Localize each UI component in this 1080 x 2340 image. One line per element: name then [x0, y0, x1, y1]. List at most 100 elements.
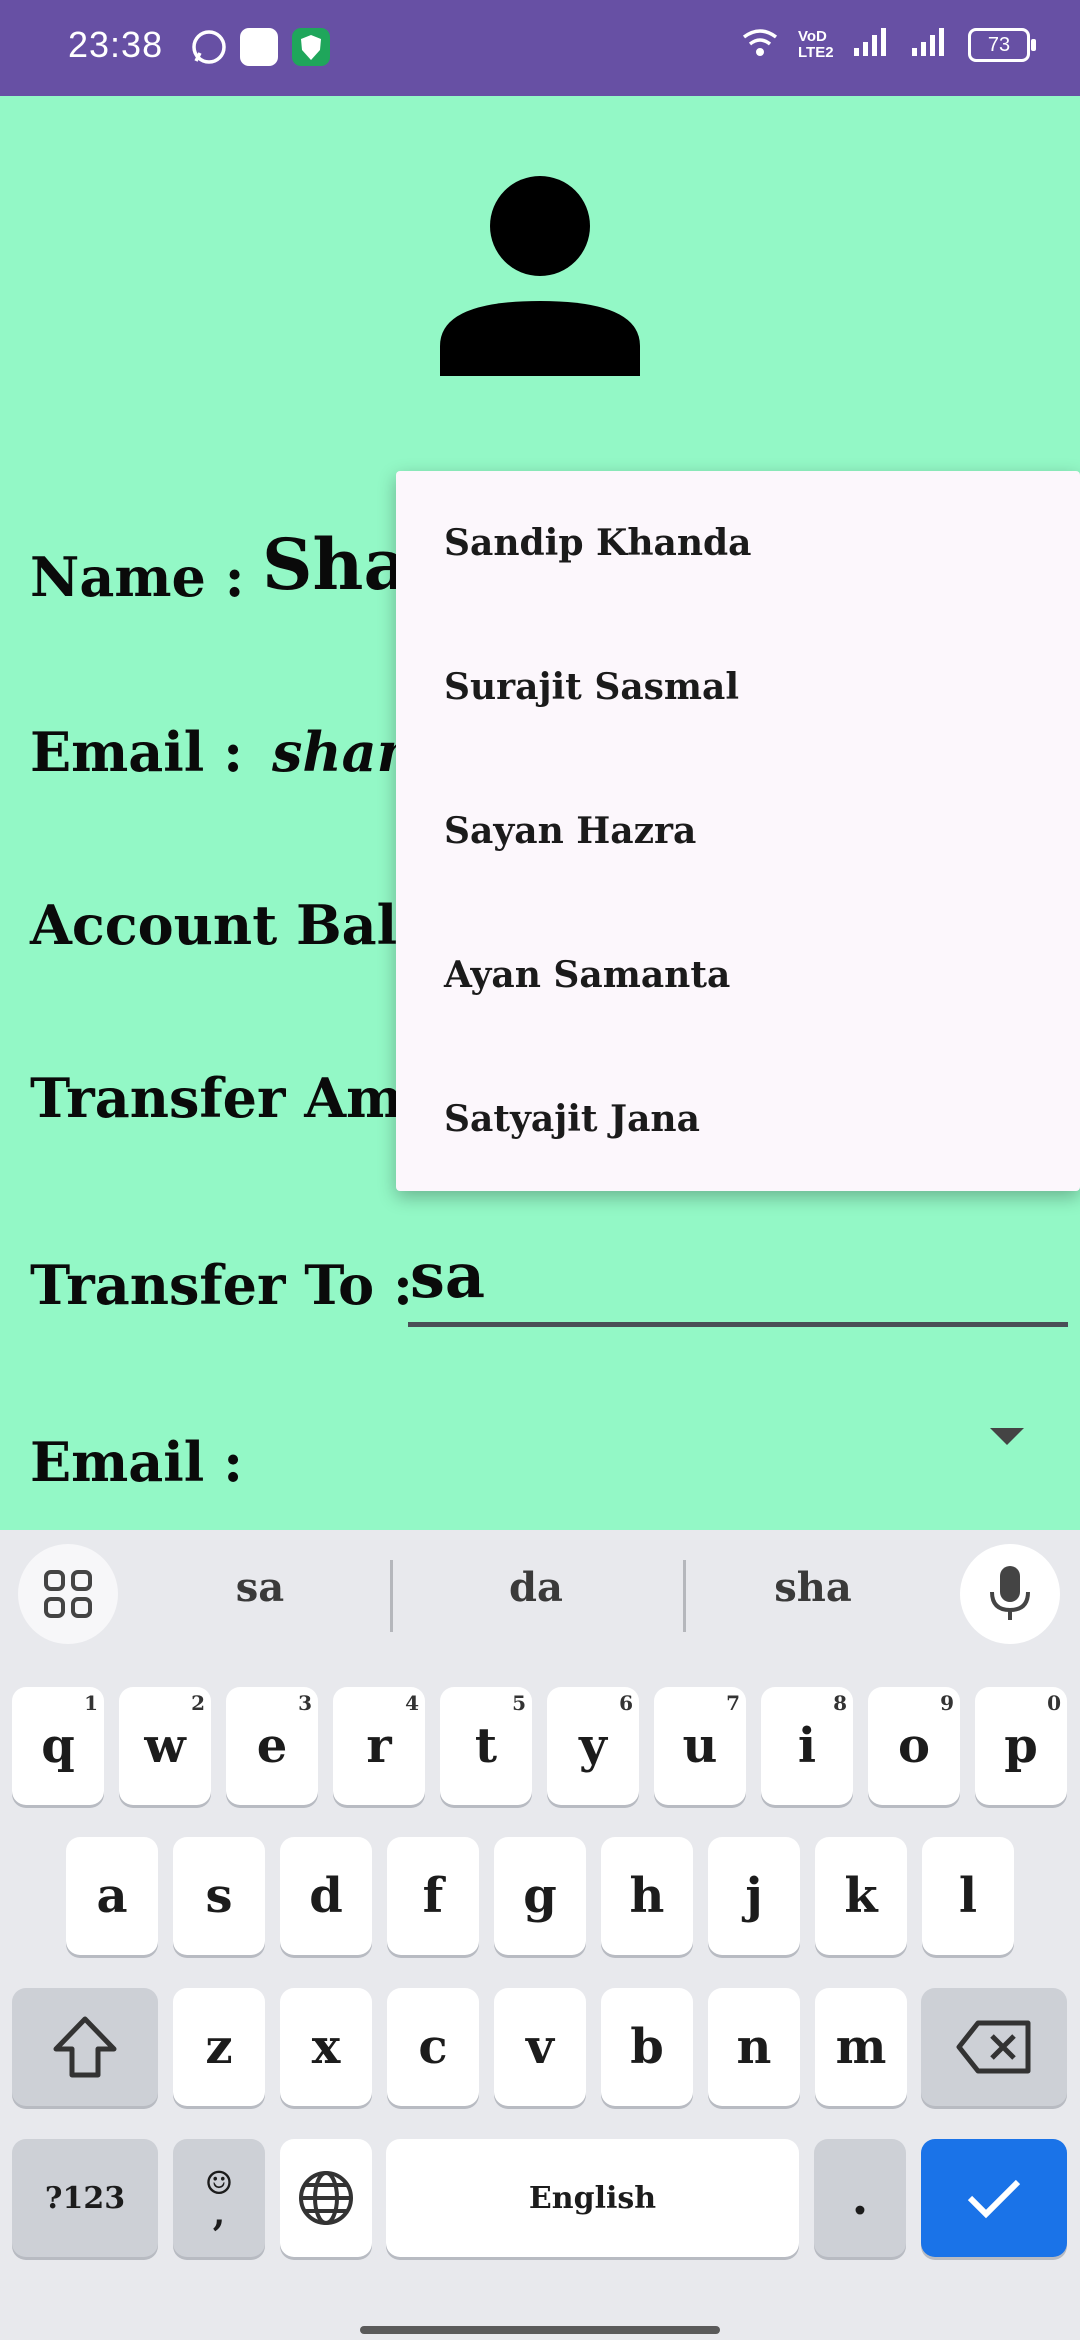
dropdown-arrow-icon[interactable] [990, 1428, 1024, 1445]
key-a[interactable]: a [66, 1837, 158, 1955]
key-hint: 3 [298, 1691, 312, 1715]
space-key-label: English [528, 2180, 657, 2216]
key-f[interactable]: f [387, 1837, 479, 1955]
key-f-label: f [422, 1868, 444, 1924]
key-hint: 2 [191, 1691, 205, 1715]
zomato-icon [240, 28, 278, 66]
key-r[interactable]: r4 [333, 1687, 425, 1805]
wifi-icon [740, 27, 780, 62]
key-hint: 0 [1047, 1691, 1061, 1715]
battery-indicator: 73 [968, 27, 1036, 62]
key-v[interactable]: v [494, 1988, 586, 2106]
transfer-to-label: Transfer To : [30, 1253, 413, 1317]
key-hint: 6 [619, 1691, 633, 1715]
key-c-label: c [418, 2019, 448, 2075]
shift-icon [53, 2016, 117, 2078]
key-s[interactable]: s [173, 1837, 265, 1955]
key-t-label: t [474, 1718, 498, 1774]
enter-key[interactable] [921, 2139, 1067, 2257]
key-r-label: r [366, 1718, 392, 1774]
suggestion-divider [390, 1560, 393, 1632]
key-a-label: a [96, 1868, 128, 1924]
key-u[interactable]: u7 [654, 1687, 746, 1805]
key-o[interactable]: o9 [868, 1687, 960, 1805]
status-time: 23:38 [68, 24, 164, 65]
key-t[interactable]: t5 [440, 1687, 532, 1805]
status-bar: 23:38 VoD LTE2 73 [0, 0, 1080, 96]
key-o-label: o [897, 1718, 930, 1774]
key-hint: 5 [512, 1691, 526, 1715]
key-i[interactable]: i8 [761, 1687, 853, 1805]
suggestion-3[interactable]: sha [713, 1564, 913, 1611]
key-k[interactable]: k [815, 1837, 907, 1955]
period-key[interactable]: . [814, 2139, 906, 2257]
autocomplete-item[interactable]: Ayan Samanta [396, 903, 1080, 1047]
signal-icon [852, 26, 892, 63]
transfer-to-input[interactable]: sa [408, 1235, 1068, 1327]
key-m[interactable]: m [815, 1988, 907, 2106]
key-j[interactable]: j [708, 1837, 800, 1955]
symbols-key[interactable]: ?123 [12, 2139, 158, 2257]
key-u-label: u [682, 1718, 718, 1774]
key-w[interactable]: w2 [119, 1687, 211, 1805]
backspace-key[interactable] [921, 1988, 1067, 2106]
key-d[interactable]: d [280, 1837, 372, 1955]
key-h-label: h [629, 1868, 665, 1924]
globe-key[interactable] [280, 2139, 372, 2257]
signal-icon-2 [910, 26, 950, 63]
key-h[interactable]: h [601, 1837, 693, 1955]
key-s-label: s [205, 1868, 233, 1924]
key-w-label: w [144, 1718, 186, 1774]
comma-key[interactable]: ☺, [173, 2139, 265, 2257]
grid-icon[interactable] [18, 1544, 118, 1644]
suggestion-divider [683, 1560, 686, 1632]
navigation-handle[interactable] [360, 2326, 720, 2334]
globe-icon [299, 2171, 353, 2225]
person-icon [440, 176, 640, 376]
autocomplete-item[interactable]: Sayan Hazra [396, 759, 1080, 903]
shield-app-icon [292, 28, 330, 66]
key-y[interactable]: y6 [547, 1687, 639, 1805]
name-label: Name : [30, 545, 245, 609]
suggestion-2[interactable]: da [436, 1564, 636, 1611]
key-hint: 9 [940, 1691, 954, 1715]
key-b[interactable]: b [601, 1988, 693, 2106]
transfer-to-value: sa [410, 1239, 486, 1312]
key-hint: 1 [84, 1691, 98, 1715]
key-d-label: d [309, 1868, 343, 1924]
key-x-label: x [311, 2019, 341, 2075]
key-hint: 8 [833, 1691, 847, 1715]
key-g-label: g [523, 1868, 557, 1924]
microphone-icon[interactable] [960, 1544, 1060, 1644]
autocomplete-popup: Sandip Khanda Surajit Sasmal Sayan Hazra… [396, 471, 1080, 1191]
keyboard: sa da sha q1w2e3r4t5y6u7i8o9p0asdfghjklz… [0, 1530, 1080, 2340]
key-l[interactable]: l [922, 1837, 1014, 1955]
period-key-label: . [851, 2170, 869, 2226]
suggestion-1[interactable]: sa [160, 1564, 360, 1611]
key-q-label: q [41, 1718, 75, 1774]
autocomplete-item[interactable]: Surajit Sasmal [396, 615, 1080, 759]
key-x[interactable]: x [280, 1988, 372, 2106]
key-z[interactable]: z [173, 1988, 265, 2106]
key-g[interactable]: g [494, 1837, 586, 1955]
key-e-label: e [256, 1718, 288, 1774]
checkmark-icon [967, 2179, 1021, 2219]
key-n[interactable]: n [708, 1988, 800, 2106]
key-l-label: l [958, 1868, 978, 1924]
suggestion-bar: sa da sha [0, 1530, 1080, 1658]
key-c[interactable]: c [387, 1988, 479, 2106]
key-p-label: p [1004, 1718, 1038, 1774]
symbols-key-label: ?123 [44, 2180, 126, 2216]
space-key[interactable]: English [386, 2139, 799, 2257]
autocomplete-item[interactable]: Satyajit Jana [396, 1047, 1080, 1191]
email-value: shan [272, 720, 416, 784]
key-e[interactable]: e3 [226, 1687, 318, 1805]
network-label: VoD LTE2 [798, 27, 834, 61]
key-p[interactable]: p0 [975, 1687, 1067, 1805]
shift-key[interactable] [12, 1988, 158, 2106]
key-q[interactable]: q1 [12, 1687, 104, 1805]
backspace-icon [956, 2020, 1031, 2074]
autocomplete-item[interactable]: Sandip Khanda [396, 471, 1080, 615]
key-n-label: n [736, 2019, 772, 2075]
key-hint: 7 [726, 1691, 740, 1715]
